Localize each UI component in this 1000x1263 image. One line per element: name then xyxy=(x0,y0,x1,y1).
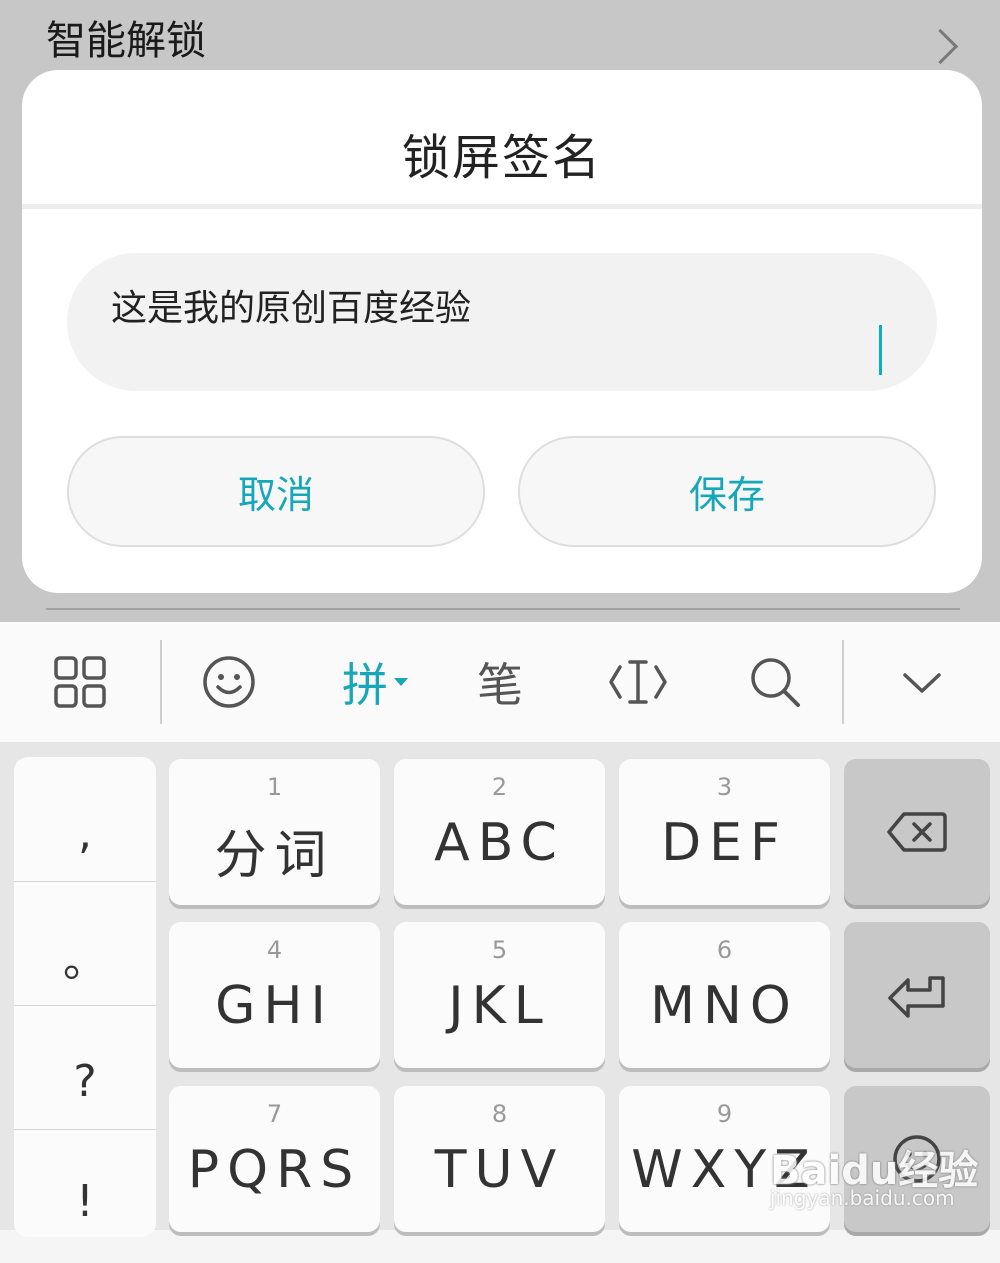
key-number: 1 xyxy=(266,773,283,801)
key-number: 5 xyxy=(491,936,508,964)
enter-icon xyxy=(888,976,945,1018)
key-2[interactable]: 2 ABC xyxy=(394,759,605,905)
lockscreen-signature-dialog: 锁屏签名 这是我的原创百度经验 取消 保存 xyxy=(22,70,982,593)
watermark-sub: jingyan.baidu.com xyxy=(770,1186,955,1210)
enter-key[interactable] xyxy=(844,922,990,1068)
key-3[interactable]: 3 DEF xyxy=(619,759,830,905)
key-number: 7 xyxy=(266,1100,283,1128)
key-number: 9 xyxy=(716,1100,733,1128)
key-label: PQRS xyxy=(187,1140,362,1200)
key-number: 6 xyxy=(716,936,733,964)
grid-icon[interactable] xyxy=(40,622,120,742)
pinyin-mode-button[interactable]: 拼 xyxy=(330,622,420,742)
dialog-title-divider xyxy=(22,204,982,209)
punct-divider xyxy=(14,1005,156,1006)
punct-key[interactable]: , xyxy=(14,771,156,895)
punct-divider xyxy=(14,881,156,882)
key-4[interactable]: 4 GHI xyxy=(169,922,380,1068)
punct-divider xyxy=(14,1129,156,1130)
search-icon[interactable] xyxy=(735,622,815,742)
backspace-icon xyxy=(887,812,947,852)
signature-input-text: 这是我的原创百度经验 xyxy=(111,288,472,329)
punct-key[interactable]: ! xyxy=(14,1139,156,1263)
key-label: TUV xyxy=(434,1140,565,1200)
emoji-icon[interactable] xyxy=(189,622,269,742)
punct-key[interactable]: ? xyxy=(14,1019,156,1143)
key-1[interactable]: 1 分词 xyxy=(169,759,380,905)
key-label: ABC xyxy=(434,813,565,873)
text-caret xyxy=(879,325,882,375)
bihua-mode-button[interactable]: 笔 xyxy=(460,622,540,742)
key-label: GHI xyxy=(215,976,334,1036)
caret-down-icon xyxy=(394,678,408,686)
pinyin-label: 拼 xyxy=(342,658,388,712)
signature-input[interactable]: 这是我的原创百度经验 xyxy=(67,253,937,391)
backspace-key[interactable] xyxy=(844,759,990,905)
key-label: MNO xyxy=(650,976,799,1036)
cancel-button[interactable]: 取消 xyxy=(67,436,485,547)
key-label: JKL xyxy=(448,976,551,1036)
toolbar-divider xyxy=(842,640,844,724)
key-number: 3 xyxy=(716,773,733,801)
cursor-icon[interactable] xyxy=(598,622,678,742)
key-number: 2 xyxy=(491,773,508,801)
dialog-title: 锁屏签名 xyxy=(401,130,602,186)
punctuation-column: , 。 ? ! xyxy=(14,757,156,1237)
key-8[interactable]: 8 TUV xyxy=(394,1086,605,1232)
key-number: 8 xyxy=(491,1100,508,1128)
key-label: 分词 xyxy=(214,826,335,886)
key-number: 4 xyxy=(266,936,283,964)
key-label: DEF xyxy=(661,813,788,873)
punct-key[interactable]: 。 xyxy=(14,895,156,1019)
key-7[interactable]: 7 PQRS xyxy=(169,1086,380,1232)
key-5[interactable]: 5 JKL xyxy=(394,922,605,1068)
chevron-down-icon[interactable] xyxy=(882,622,962,742)
key-6[interactable]: 6 MNO xyxy=(619,922,830,1068)
save-button[interactable]: 保存 xyxy=(518,436,936,547)
toolbar-divider xyxy=(160,640,162,724)
baidu-watermark: Baidu经验 jingyan.baidu.com xyxy=(770,1138,990,1218)
keyboard-toolbar: 拼 笔 xyxy=(0,622,1000,742)
